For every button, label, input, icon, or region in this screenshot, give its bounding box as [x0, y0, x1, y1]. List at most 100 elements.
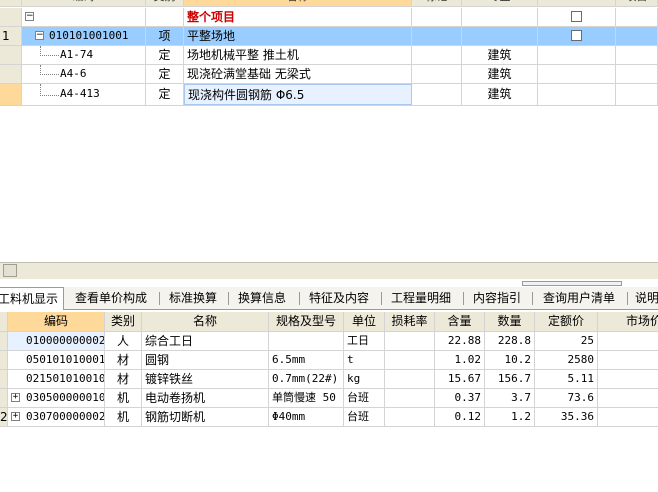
lock-checkbox[interactable]: [571, 11, 582, 22]
table-row[interactable]: 021501010010 材镀锌铁丝 0.7mm(22#) kg 15.67 156.7 5…: [0, 370, 658, 389]
col-header-content[interactable]: 含量: [435, 312, 485, 331]
market-price-value[interactable]: [598, 389, 658, 407]
market-price-value[interactable]: [598, 408, 658, 426]
col-header-quota-price[interactable]: 定额价: [535, 312, 598, 331]
loss-rate[interactable]: [385, 332, 435, 350]
col-header-spec[interactable]: 规格及型号: [269, 312, 344, 331]
resource-name[interactable]: 镀锌铁丝: [142, 370, 269, 388]
panel-splitter[interactable]: [522, 281, 622, 286]
loss-rate[interactable]: [385, 389, 435, 407]
content-value[interactable]: 0.37: [435, 389, 485, 407]
content-value[interactable]: 22.88: [435, 332, 485, 350]
quota-price-value[interactable]: 5.11: [535, 370, 598, 388]
tab-standard-conversion[interactable]: 标准换算: [164, 287, 222, 309]
collapse-icon[interactable]: −: [35, 31, 44, 40]
resource-name[interactable]: 圆钢: [142, 351, 269, 369]
table-row[interactable]: 010000000002 人综合工日 工日 22.88 228.8 25: [0, 332, 658, 351]
market-price-value[interactable]: [598, 351, 658, 369]
resource-unit[interactable]: 台班: [344, 389, 385, 407]
content-value[interactable]: 1.02: [435, 351, 485, 369]
quantity-value[interactable]: 228.8: [485, 332, 535, 350]
quota-price-value[interactable]: 2580: [535, 351, 598, 369]
resource-code[interactable]: 010000000002: [8, 332, 105, 350]
resource-name[interactable]: 钢筋切断机: [142, 408, 269, 426]
table-row[interactable]: 1 − 010101001001 项 平整场地: [0, 27, 658, 46]
resource-code[interactable]: +030500000010: [8, 389, 105, 407]
quantity-value[interactable]: 156.7: [485, 370, 535, 388]
resource-spec[interactable]: [269, 332, 344, 350]
resource-unit[interactable]: kg: [344, 370, 385, 388]
quota-price-value[interactable]: 25: [535, 332, 598, 350]
col-header-market-price[interactable]: 市场价: [598, 312, 658, 331]
resource-spec[interactable]: 6.5mm: [269, 351, 344, 369]
collapse-icon[interactable]: −: [25, 12, 34, 21]
tab-query-user-list[interactable]: 查询用户清单: [537, 287, 621, 309]
horizontal-scrollbar[interactable]: [0, 262, 658, 279]
resource-type[interactable]: 机: [105, 408, 142, 426]
col-header-type[interactable]: 类别: [146, 0, 184, 6]
quantity-value[interactable]: 1.2: [485, 408, 535, 426]
resource-type[interactable]: 机: [105, 389, 142, 407]
quota-price-value[interactable]: 35.36: [535, 408, 598, 426]
col-header-mark[interactable]: 标记: [412, 0, 462, 6]
loss-rate[interactable]: [385, 351, 435, 369]
quantity-value[interactable]: 3.7: [485, 389, 535, 407]
table-row[interactable]: A1-74 定 场地机械平整 推土机 建筑: [0, 46, 658, 65]
table-row[interactable]: 2 +030700000002 机钢筋切断机 Φ40mm 台班 0.12 1.2 35.36: [0, 408, 658, 427]
col-header-code[interactable]: 编码: [22, 0, 146, 6]
tab-description[interactable]: 说明: [632, 287, 658, 309]
table-row[interactable]: A4-6 定 现浇砼满堂基础 无梁式 建筑: [0, 65, 658, 84]
resource-spec[interactable]: 0.7mm(22#): [269, 370, 344, 388]
tab-content-guide[interactable]: 内容指引: [468, 287, 526, 309]
table-row[interactable]: − 整个项目: [0, 8, 658, 27]
name-cell[interactable]: 整个项目: [184, 8, 412, 26]
name-cell[interactable]: 现浇砼满堂基础 无梁式: [184, 65, 412, 83]
quota-price-value[interactable]: 73.6: [535, 389, 598, 407]
resource-code[interactable]: +030700000002: [8, 408, 105, 426]
tab-labor-material-machine[interactable]: 工料机显示: [0, 287, 64, 310]
resource-unit[interactable]: 工日: [344, 332, 385, 350]
tab-quantity-details[interactable]: 工程量明细: [386, 287, 456, 309]
col-header-name[interactable]: 名称: [142, 312, 269, 331]
name-cell[interactable]: 现浇构件圆钢筋 Φ6.5: [184, 84, 412, 105]
table-row[interactable]: 050101010001 材圆钢 6.5mm t 1.02 10.2 2580: [0, 351, 658, 370]
expand-icon[interactable]: +: [11, 412, 20, 421]
quantity-value[interactable]: 10.2: [485, 351, 535, 369]
tab-features-content[interactable]: 特征及内容: [304, 287, 374, 309]
table-row[interactable]: +030500000010 机电动卷扬机 单筒慢速 50 台班 0.37 3.7 73.6: [0, 389, 658, 408]
name-cell[interactable]: 场地机械平整 推土机: [184, 46, 412, 64]
tab-unit-price-composition[interactable]: 查看单价构成: [70, 287, 152, 309]
col-header-quantity[interactable]: 数量: [485, 312, 535, 331]
content-value[interactable]: 15.67: [435, 370, 485, 388]
market-price-value[interactable]: [598, 370, 658, 388]
expand-icon[interactable]: +: [11, 393, 20, 402]
col-header-project[interactable]: 项目: [616, 0, 658, 6]
col-header-code[interactable]: 编码: [8, 312, 105, 331]
resource-unit[interactable]: t: [344, 351, 385, 369]
scrollbar-thumb[interactable]: [3, 264, 17, 277]
resource-unit[interactable]: 台班: [344, 408, 385, 426]
name-cell[interactable]: 平整场地: [184, 27, 412, 45]
resource-name[interactable]: 综合工日: [142, 332, 269, 350]
resource-type[interactable]: 材: [105, 370, 142, 388]
lock-checkbox[interactable]: [571, 30, 582, 41]
table-row[interactable]: A4-413 定 现浇构件圆钢筋 Φ6.5 建筑: [0, 84, 658, 106]
resource-type[interactable]: 材: [105, 351, 142, 369]
loss-rate[interactable]: [385, 408, 435, 426]
col-header-major[interactable]: 专业: [462, 0, 538, 6]
resource-code[interactable]: 050101010001: [8, 351, 105, 369]
col-header-lock[interactable]: [538, 0, 616, 6]
loss-rate[interactable]: [385, 370, 435, 388]
market-price-value[interactable]: [598, 332, 658, 350]
col-header-name[interactable]: 名称: [184, 0, 412, 6]
content-value[interactable]: 0.12: [435, 408, 485, 426]
resource-spec[interactable]: 单筒慢速 50: [269, 389, 344, 407]
resource-spec[interactable]: Φ40mm: [269, 408, 344, 426]
resource-name[interactable]: 电动卷扬机: [142, 389, 269, 407]
col-header-type[interactable]: 类别: [105, 312, 142, 331]
tab-conversion-info[interactable]: 换算信息: [233, 287, 291, 309]
col-header-unit[interactable]: 单位: [344, 312, 385, 331]
col-header-loss-rate[interactable]: 损耗率: [385, 312, 435, 331]
resource-type[interactable]: 人: [105, 332, 142, 350]
resource-code[interactable]: 021501010010: [8, 370, 105, 388]
